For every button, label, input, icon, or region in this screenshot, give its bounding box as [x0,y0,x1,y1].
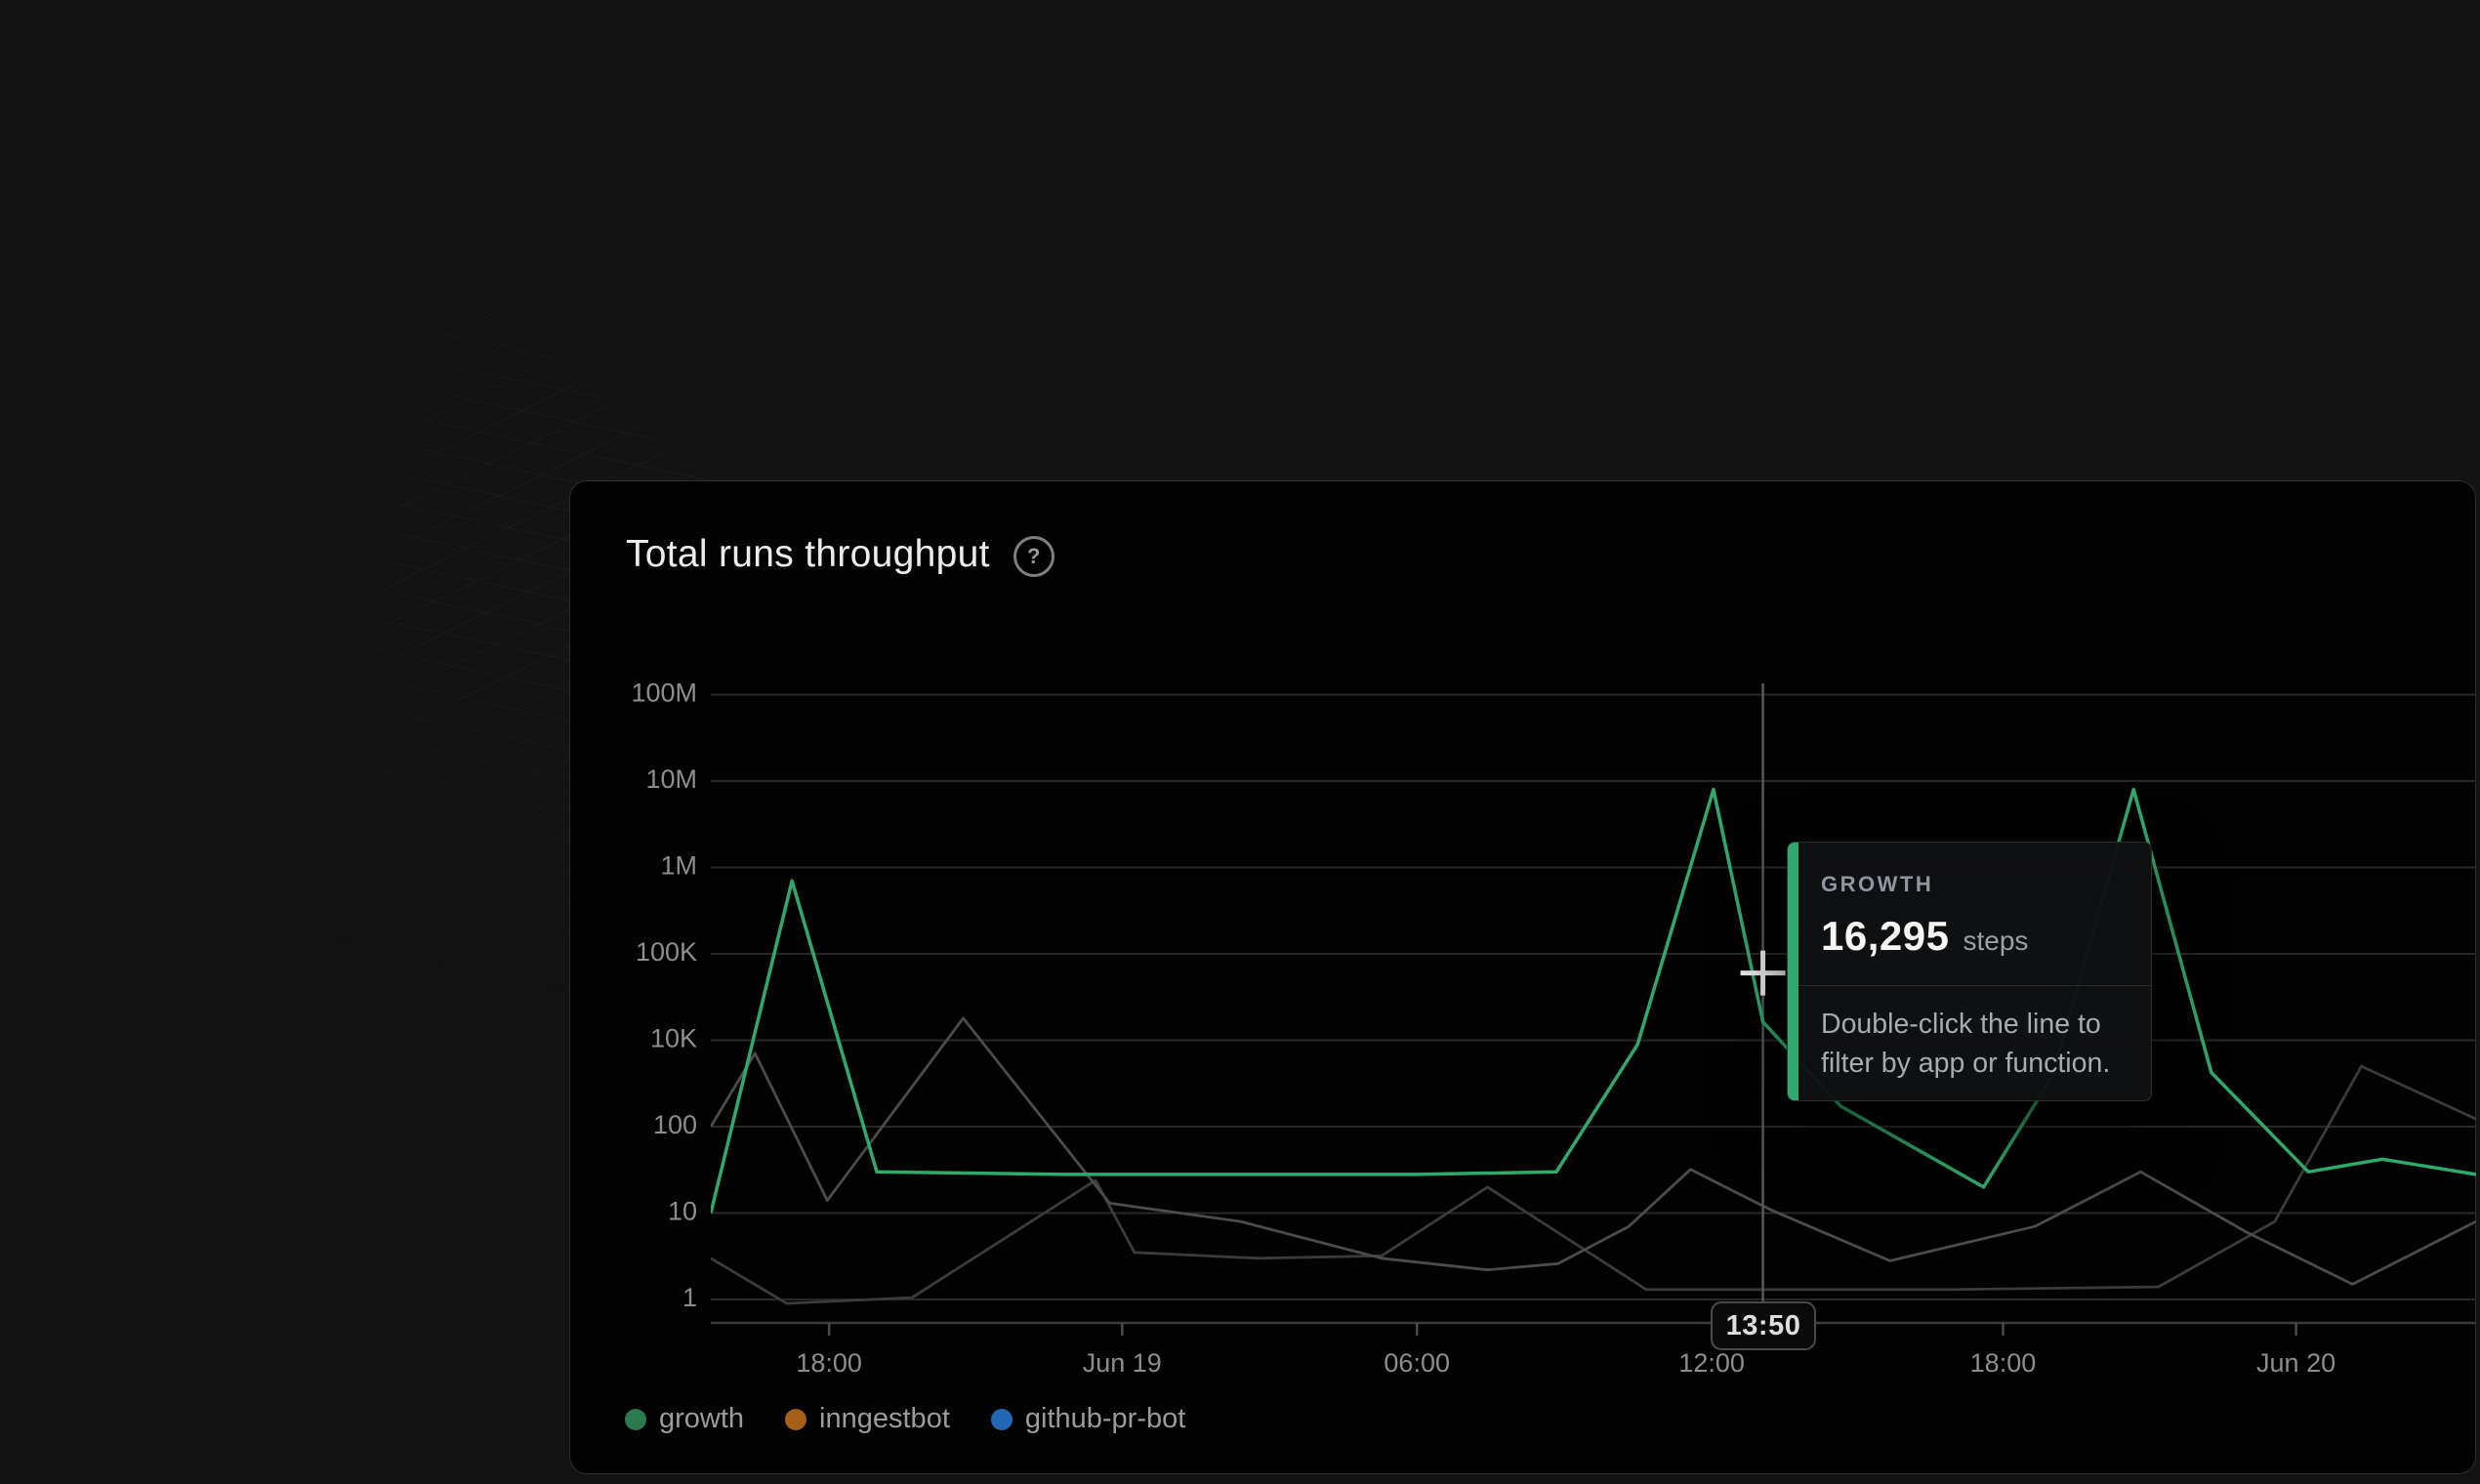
plot-area[interactable] [711,676,2476,1323]
y-tick-label-1M: 1M [660,851,697,881]
tooltip-value: 16,295 [1821,913,1949,960]
tooltip-unit: steps [1963,926,2028,957]
tooltip-value-row: 16,295 steps [1821,913,2126,960]
tooltip-body: GROWTH 16,295 steps Double-click the lin… [1821,843,2126,1100]
crosshair-time-label: 13:50 [1726,1310,1801,1342]
crosshair-time-badge: 13:50 [1711,1301,1816,1350]
y-tick-label-100K: 100K [636,937,697,967]
y-tick-label-1: 1 [682,1283,697,1312]
chart-tooltip: GROWTH 16,295 steps Double-click the lin… [1787,842,2152,1101]
x-tick-label-Jun 20: Jun 20 [2256,1348,2335,1378]
y-tick-label-10M: 10M [645,764,697,794]
x-tick-label-Jun 19: Jun 19 [1083,1348,1162,1378]
throughput-chart[interactable]: 100M 10M 1M 100K 10K 100 10 1 18:00 Jun 19 06:00 12… [0,0,2480,1484]
y-tick-label-100: 100 [653,1110,697,1139]
y-tick-label-100M: 100M [631,679,697,708]
tooltip-accent-bar [1788,843,1798,1100]
x-tick-label-18:00: 18:00 [1970,1348,2037,1378]
y-tick-label-10K: 10K [650,1024,697,1053]
tooltip-hint: Double-click the line to filter by app o… [1821,1005,2126,1084]
y-tick-label-10: 10 [668,1197,697,1226]
x-tick-label-12:00: 12:00 [1678,1348,1745,1378]
x-tick-label-18:00: 18:00 [796,1348,862,1378]
x-tick-label-06:00: 06:00 [1384,1348,1450,1378]
tooltip-divider [1798,985,2151,986]
tooltip-series-label: GROWTH [1821,872,2126,897]
